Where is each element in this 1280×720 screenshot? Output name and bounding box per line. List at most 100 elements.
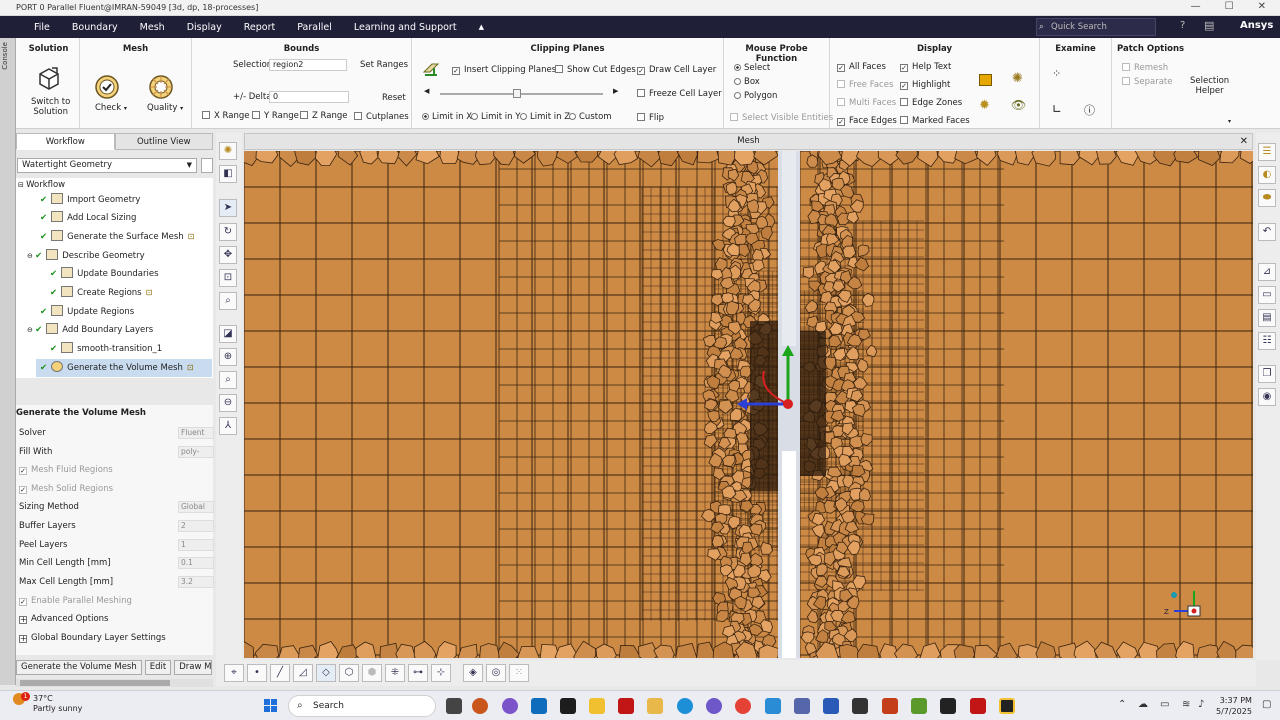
- lighting-icon[interactable]: ◐: [1258, 166, 1276, 184]
- limit-z-radio[interactable]: Limit in Z: [520, 112, 570, 122]
- axes-icon[interactable]: ⅄: [219, 417, 237, 435]
- cutplanes-checkbox[interactable]: Cutplanes: [354, 112, 409, 122]
- fill-with-field[interactable]: poly-hexcore: [178, 446, 214, 458]
- search-app-icon[interactable]: [472, 698, 488, 714]
- zoom-box-icon[interactable]: ⊡: [219, 269, 237, 287]
- tree-smooth-transition[interactable]: ✔ smooth-transition_1: [50, 340, 162, 358]
- selection-field[interactable]: region2: [269, 59, 347, 71]
- body-select-icon[interactable]: ⬡: [339, 664, 359, 682]
- examine-nodes-icon[interactable]: ⁘: [1052, 67, 1061, 80]
- zoom-in-icon[interactable]: ⊕: [219, 348, 237, 366]
- display-color-icon[interactable]: [979, 74, 992, 86]
- max-cell-length-field[interactable]: 3.2: [178, 576, 214, 588]
- viber-icon[interactable]: [706, 698, 722, 714]
- set-ranges-button[interactable]: Set Ranges: [360, 60, 408, 70]
- panel-horizontal-scrollbar[interactable]: [16, 679, 213, 687]
- quality-mesh-icon[interactable]: [148, 74, 174, 100]
- multi-faces-checkbox[interactable]: Multi Faces: [837, 98, 896, 108]
- menu-file[interactable]: File: [34, 22, 50, 33]
- peel-layers-field[interactable]: 1: [178, 539, 214, 551]
- prop-mesh-solid[interactable]: Mesh Solid Regions: [19, 480, 213, 498]
- generate-volume-mesh-button[interactable]: Generate the Volume Mesh: [16, 660, 142, 675]
- display-settings-icon[interactable]: ✺: [219, 142, 237, 160]
- tree-add-boundary-layers[interactable]: ⊖ ✔ Add Boundary Layers: [27, 321, 153, 339]
- draw-cell-layer-checkbox[interactable]: Draw Cell Layer: [637, 65, 716, 75]
- tree-update-regions[interactable]: ✔ Update Regions: [40, 303, 134, 321]
- layers-icon[interactable]: ☰: [1258, 143, 1276, 161]
- probe-select-radio[interactable]: Select: [734, 63, 770, 73]
- help-circle-icon[interactable]: ?: [1180, 20, 1185, 31]
- system-clock[interactable]: 3:37 PM 5/7/2025: [1216, 695, 1252, 717]
- copilot-icon[interactable]: [502, 698, 518, 714]
- solver-field[interactable]: Fluent: [178, 427, 214, 439]
- minimize-button[interactable]: —: [1191, 1, 1201, 12]
- info-icon[interactable]: ⓘ: [1084, 102, 1095, 118]
- tab-workflow[interactable]: Workflow: [16, 133, 115, 150]
- file-explorer-icon[interactable]: [647, 698, 663, 714]
- select-icon[interactable]: ◪: [219, 325, 237, 343]
- cloud-icon[interactable]: ☁: [1138, 699, 1148, 710]
- tray-chevron-icon[interactable]: ⌃: [1118, 699, 1126, 710]
- face-select-icon[interactable]: ◇: [316, 664, 336, 682]
- menu-display[interactable]: Display: [187, 22, 222, 33]
- scatter-icon[interactable]: ⁙: [509, 664, 529, 682]
- workbench-icon[interactable]: [589, 698, 605, 714]
- separate-checkbox[interactable]: Separate: [1122, 77, 1173, 87]
- mesh-viewport[interactable]: Z: [244, 151, 1253, 658]
- taskview-icon[interactable]: [446, 698, 462, 714]
- edit-button[interactable]: Edit: [144, 660, 172, 675]
- tree-generate-volume-mesh[interactable]: ✔ Generate the Volume Mesh ⊡: [36, 359, 212, 377]
- switch-solution-icon[interactable]: [36, 66, 62, 92]
- face-edges-checkbox[interactable]: Face Edges: [837, 116, 897, 126]
- tab-outline-view[interactable]: Outline View: [114, 133, 213, 150]
- edge-zones-checkbox[interactable]: Edge Zones: [900, 98, 962, 108]
- scrollbar-thumb[interactable]: [20, 680, 170, 686]
- edge-icon[interactable]: [677, 698, 693, 714]
- limit-y-radio[interactable]: Limit in Y: [471, 112, 520, 122]
- slider-right-arrow[interactable]: ▶: [613, 87, 618, 95]
- selection-helper-button[interactable]: Selection Helper: [1190, 76, 1229, 96]
- highlight-checkbox[interactable]: Highlight: [900, 80, 950, 90]
- undo-view-icon[interactable]: ↶: [1258, 223, 1276, 241]
- outlook-icon[interactable]: [531, 698, 547, 714]
- check-button[interactable]: Check ▾: [95, 103, 127, 113]
- record-icon[interactable]: ◉: [1258, 388, 1276, 406]
- show-cut-edges-checkbox[interactable]: Show Cut Edges: [555, 65, 636, 75]
- zone-icon[interactable]: ◎: [486, 664, 506, 682]
- menu-learning-support[interactable]: Learning and Support: [354, 22, 457, 33]
- probe-box-radio[interactable]: Box: [734, 77, 760, 87]
- flip-checkbox[interactable]: Flip: [637, 113, 664, 123]
- taskbar-search[interactable]: ⌕ Search: [288, 695, 436, 717]
- network-icon[interactable]: ⊹: [431, 664, 451, 682]
- prop-global-boundary-layer[interactable]: + Global Boundary Layer Settings: [19, 629, 213, 647]
- close-viewport-button[interactable]: ✕: [1240, 134, 1248, 149]
- tree-describe-geometry[interactable]: ⊖ ✔ Describe Geometry: [27, 247, 145, 265]
- zoom-icon[interactable]: ⌕: [219, 292, 237, 310]
- y-range-checkbox[interactable]: Y Range: [252, 111, 299, 121]
- paint-icon[interactable]: [765, 698, 781, 714]
- z-range-checkbox[interactable]: Z Range: [300, 111, 347, 121]
- examine-measure-icon[interactable]: ∟: [1052, 102, 1062, 116]
- marked-faces-checkbox[interactable]: Marked Faces: [900, 116, 970, 126]
- tree-update-boundaries[interactable]: ✔ Update Boundaries: [50, 265, 159, 283]
- prop-mesh-fluid[interactable]: Mesh Fluid Regions: [19, 461, 213, 479]
- remesh-checkbox[interactable]: Remesh: [1122, 63, 1168, 73]
- reset-button[interactable]: Reset: [382, 93, 406, 103]
- ansys-app-icon[interactable]: [618, 698, 634, 714]
- recorder-icon[interactable]: [970, 698, 986, 714]
- powerpoint-icon[interactable]: [882, 698, 898, 714]
- zoom-fit-icon[interactable]: ⌕: [219, 371, 237, 389]
- help-text-checkbox[interactable]: Help Text: [900, 62, 951, 72]
- select-visible-checkbox[interactable]: Select Visible Entities: [730, 113, 833, 123]
- menu-mesh[interactable]: Mesh: [140, 22, 165, 33]
- chrome-icon[interactable]: [735, 698, 751, 714]
- workflow-options-button[interactable]: [201, 158, 213, 173]
- limit-x-radio[interactable]: Limit in X: [422, 112, 472, 122]
- maximize-button[interactable]: ☐: [1225, 1, 1234, 12]
- rotate-icon[interactable]: ↻: [219, 223, 237, 241]
- edge-select-icon[interactable]: ◿: [293, 664, 313, 682]
- mesh-canvas[interactable]: Z: [244, 151, 1253, 658]
- pan-icon[interactable]: ✥: [219, 246, 237, 264]
- check-mesh-icon[interactable]: [94, 74, 120, 100]
- pointer-icon[interactable]: ➤: [219, 199, 237, 217]
